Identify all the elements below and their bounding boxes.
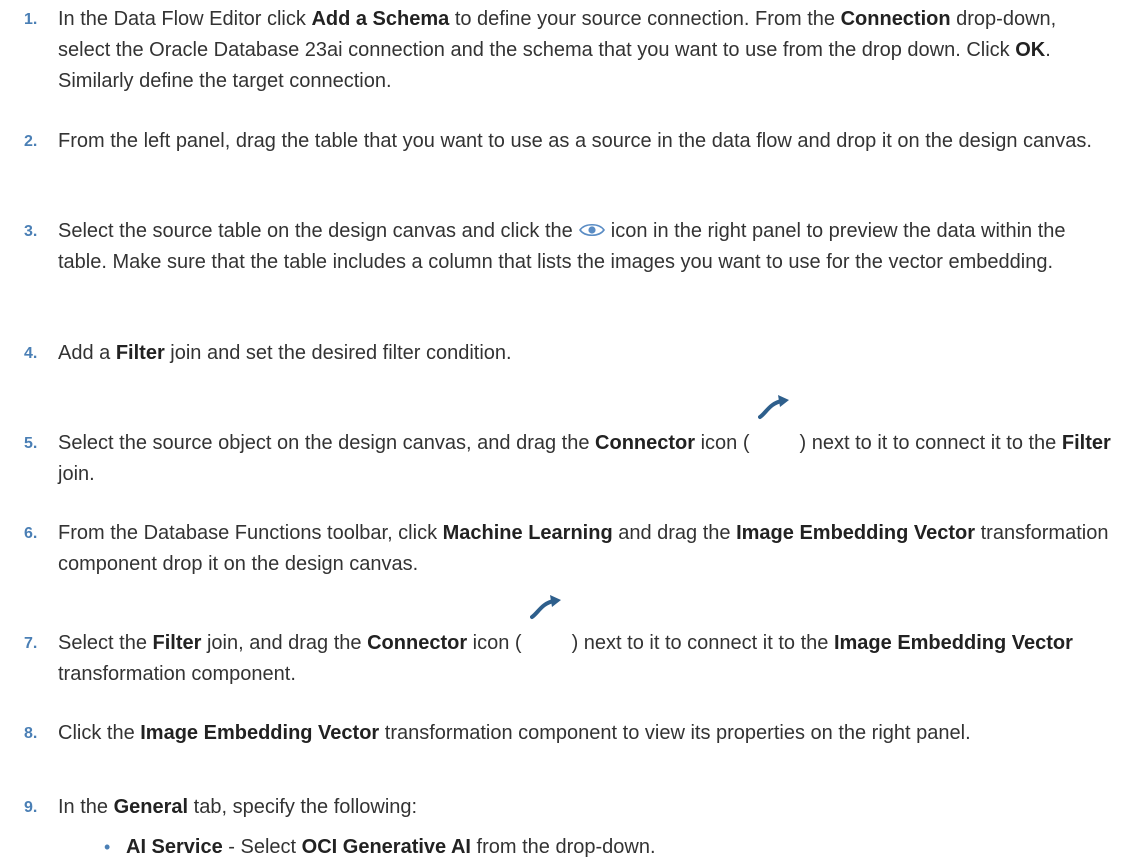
- step-text: From the Database Functions toolbar, cli…: [58, 518, 1112, 580]
- text: - Select: [222, 836, 302, 858]
- substep-text: AI Service - Select OCI Generative AI fr…: [126, 832, 1092, 863]
- text: In the Data Flow Editor click: [58, 8, 312, 30]
- step-text: In the Data Flow Editor click Add a Sche…: [58, 4, 1112, 97]
- text: transformation component.: [58, 663, 296, 685]
- step-number: 6.: [24, 525, 38, 542]
- connector-icon-slot: [522, 595, 572, 649]
- step-number: 8.: [24, 725, 38, 742]
- text: tab, specify the following:: [188, 796, 418, 818]
- bullet: •: [104, 837, 111, 857]
- step-text: Select the source table on the design ca…: [58, 216, 1112, 278]
- step-number: 3.: [24, 223, 38, 240]
- bold-text: Connection: [840, 8, 951, 30]
- text: join.: [58, 463, 95, 485]
- step-text: Add a Filter join and set the desired fi…: [58, 338, 1112, 369]
- step-number: 5.: [24, 435, 38, 452]
- connector-icon-slot: [750, 395, 800, 449]
- text: join and set the desired filter conditio…: [164, 342, 512, 364]
- step-number: 9.: [24, 799, 38, 816]
- connector-icon: [757, 395, 789, 419]
- bold-text: Connector: [367, 632, 468, 654]
- bold-text: Filter: [1061, 432, 1111, 454]
- bold-text: Connector: [595, 432, 696, 454]
- bold-text: Image Embedding Vector: [833, 632, 1073, 654]
- text: Add a: [58, 342, 116, 364]
- text: icon (: [695, 432, 750, 454]
- step-2: 2. From the left panel, drag the table t…: [12, 126, 1112, 157]
- text: In the: [58, 796, 114, 818]
- bold-text: Filter: [152, 632, 202, 654]
- step-number: 4.: [24, 345, 38, 362]
- bold-text: OCI Generative AI: [301, 836, 471, 858]
- bold-text: Image Embedding Vector: [736, 522, 976, 544]
- step-5: 5. Select the source object on the desig…: [12, 395, 1112, 490]
- eye-icon: [578, 223, 605, 237]
- step-number: 2.: [24, 133, 38, 150]
- text: to define your source connection. From t…: [449, 8, 841, 30]
- bold-text: General: [113, 796, 189, 818]
- text: ) next to it to connect it to the: [571, 632, 834, 654]
- text: join, and drag the: [201, 632, 368, 654]
- step-9: 9. In the General tab, specify the follo…: [12, 792, 1112, 823]
- step-text: Select the Filter join, and drag the Con…: [58, 595, 1112, 690]
- step-text: From the left panel, drag the table that…: [58, 126, 1112, 157]
- text: and drag the: [612, 522, 737, 544]
- text: ) next to it to connect it to the: [799, 432, 1062, 454]
- bold-text: Add a Schema: [311, 8, 450, 30]
- substep-1: • AI Service - Select OCI Generative AI …: [92, 832, 1092, 863]
- step-6: 6. From the Database Functions toolbar, …: [12, 518, 1112, 580]
- step-number: 1.: [24, 11, 38, 28]
- step-8: 8. Click the Image Embedding Vector tran…: [12, 718, 1112, 749]
- bold-text: Filter: [115, 342, 165, 364]
- text: from the drop-down.: [470, 836, 656, 858]
- bold-text: OK: [1015, 39, 1046, 61]
- text: Click the: [58, 722, 141, 744]
- step-text: Click the Image Embedding Vector transfo…: [58, 718, 1112, 749]
- text: Select the source table on the design ca…: [58, 220, 573, 242]
- text: Select the: [58, 632, 153, 654]
- step-3: 3. Select the source table on the design…: [12, 216, 1112, 278]
- step-1: 1. In the Data Flow Editor click Add a S…: [12, 4, 1112, 97]
- text: From the left panel, drag the table that…: [58, 130, 1092, 152]
- step-text: Select the source object on the design c…: [58, 395, 1112, 490]
- bold-text: AI Service: [126, 836, 223, 858]
- step-7: 7. Select the Filter join, and drag the …: [12, 595, 1112, 690]
- text: icon (: [467, 632, 522, 654]
- step-number: 7.: [24, 635, 38, 652]
- bold-text: Machine Learning: [442, 522, 613, 544]
- text: transformation component to view its pro…: [379, 722, 971, 744]
- text: Select the source object on the design c…: [58, 432, 596, 454]
- step-4: 4. Add a Filter join and set the desired…: [12, 338, 1112, 369]
- bold-text: Image Embedding Vector: [140, 722, 380, 744]
- step-text: In the General tab, specify the followin…: [58, 792, 1112, 823]
- text: From the Database Functions toolbar, cli…: [58, 522, 443, 544]
- connector-icon: [529, 595, 561, 619]
